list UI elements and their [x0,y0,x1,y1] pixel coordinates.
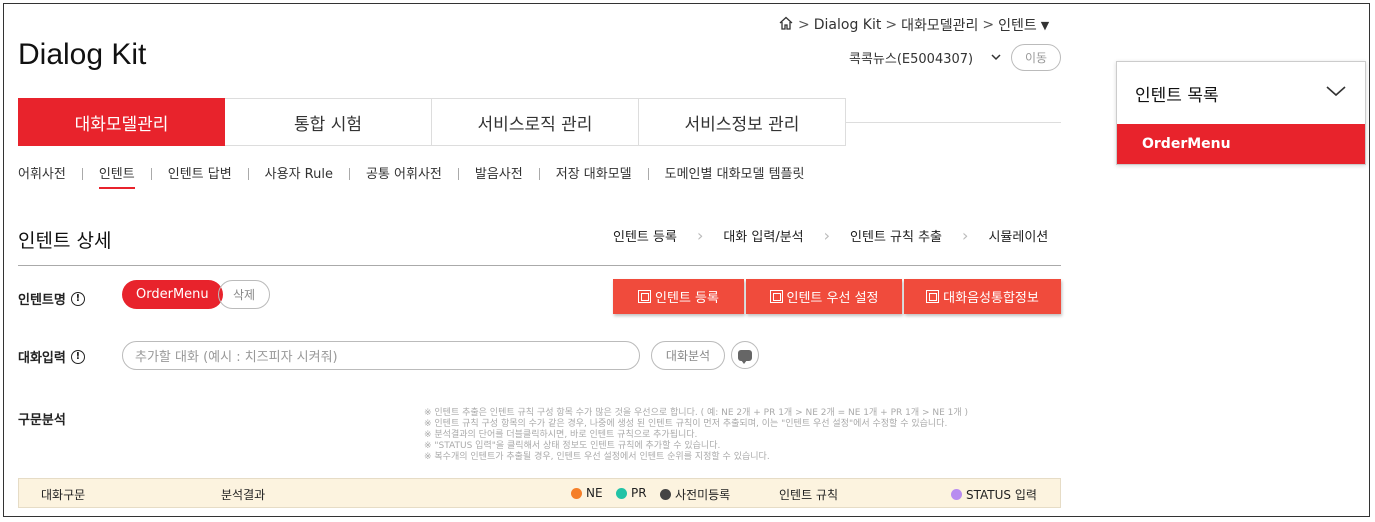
unregistered-dot-icon [660,489,671,500]
site-select[interactable]: 콕콕뉴스(E5004307) [845,45,1005,69]
intent-list-title: 인텐트 목록 [1135,85,1219,106]
syntax-notes: ※ 인텐트 추출은 인텐트 규칙 구성 항목 수가 많은 것을 우선으로 합니다… [424,408,1064,463]
subnav-intent[interactable]: 인텐트 [98,163,135,189]
page-title: 인텐트 상세 [18,230,112,252]
legend-ne-label: NE [586,486,603,500]
note-line: ※ 인텐트 추출은 인텐트 규칙 구성 항목 수가 많은 것을 우선으로 합니다… [424,408,969,418]
intent-list-header[interactable]: 인텐트 목록 [1117,62,1365,124]
syntax-analysis-label-text: 구문분석 [18,413,66,428]
divider [247,168,249,180]
divider [538,168,540,180]
intent-priority-button[interactable]: 인텐트 우선 설정 [746,279,902,314]
tab-dialog-model[interactable]: 대화모델관리 [18,98,225,146]
chevron-down-icon [991,50,1001,65]
breadcrumb-separator: > [885,17,898,33]
column-phrase: 대화구문 [41,488,86,502]
step-simulation: 시뮬레이션 [988,230,1049,245]
divider [150,168,152,180]
intent-list-panel: 인텐트 목록 OrderMenu [1116,61,1366,165]
intent-name-chip[interactable]: OrderMenu [122,280,223,309]
tab-integration-test[interactable]: 통합 시험 [225,98,432,146]
note-line: ※ 분석결과의 단어를 더블클릭하시면, 바로 인텐트 규칙으로 추가됩니다. [424,430,698,440]
column-result: 분석결과 [221,488,266,502]
site-select-value: 콕콕뉴스(E5004307) [849,51,974,67]
divider [348,168,350,180]
divider [81,168,83,180]
table-header: 대화구문 분석결과 NE PR 사전미등록 인텐트 규칙 STATUS 입력 [18,478,1061,508]
register-intent-label: 인텐트 등록 [655,291,719,306]
breadcrumb-separator: > [798,17,810,33]
intent-name-label: 인텐트명 ! [18,289,85,308]
status-input-button[interactable]: STATUS 입력 [951,486,1037,503]
frame-icon [638,290,652,303]
step-analyze: 대화 입력/분석 [723,230,804,245]
legend-pr: PR [616,486,647,500]
ne-dot-icon [571,487,582,499]
chevron-down-icon[interactable] [1325,83,1347,103]
note-line: ※ "STATUS 입력"을 클릭해서 상태 정보도 인텐트 규칙에 추가할 수… [424,441,721,451]
intent-name-label-text: 인텐트명 [18,293,66,308]
legend-ne: NE [571,486,603,500]
subnav-common-vocabulary[interactable]: 공통 어휘사전 [366,163,442,185]
divider [647,168,649,180]
breadcrumb-item-model[interactable]: 대화모델관리 [901,15,978,35]
voice-info-label: 대화음성통합정보 [943,291,1039,306]
status-dot-icon [951,489,962,500]
section-divider [18,265,1061,266]
info-icon[interactable]: ! [70,349,85,364]
breadcrumb-item-intent[interactable]: 인텐트 [998,15,1037,35]
step-indicator: 인텐트 등록 › 대화 입력/분석 › 인텐트 규칙 추출 › 시뮬레이션 [613,226,1048,245]
status-input-label: STATUS 입력 [966,488,1037,502]
sub-nav: 어휘사전 인텐트 인텐트 답변 사용자 Rule 공통 어휘사전 발음사전 저장… [18,163,805,189]
breadcrumb-dropdown-icon[interactable]: ▼ [1041,19,1049,32]
syntax-analysis-label: 구문분석 [18,409,66,428]
subnav-pronunciation[interactable]: 발음사전 [475,163,523,185]
chevron-right-icon: › [962,226,969,245]
subnav-user-rule[interactable]: 사용자 Rule [265,163,333,185]
step-extract: 인텐트 규칙 추출 [850,230,943,245]
tab-service-logic[interactable]: 서비스로직 관리 [432,98,639,146]
analyze-button[interactable]: 대화분석 [651,341,725,370]
voice-info-button[interactable]: 대화음성통합정보 [904,279,1061,314]
breadcrumb-item-dialogkit[interactable]: Dialog Kit [814,17,882,33]
dialog-input-field[interactable]: 추가할 대화 (예시 : 치즈피자 시켜줘) [122,341,640,370]
dialog-input-label-text: 대화입력 [18,351,66,366]
frame-icon [926,290,940,303]
frame-icon [769,290,783,303]
intent-priority-label: 인텐트 우선 설정 [786,291,879,306]
breadcrumb: > Dialog Kit > 대화모델관리 > 인텐트 ▼ [778,15,1049,35]
step-register: 인텐트 등록 [613,230,677,245]
chevron-right-icon: › [823,226,831,245]
info-icon[interactable]: ! [70,291,85,306]
speech-bubble-button[interactable] [731,341,759,369]
delete-button[interactable]: 삭제 [218,280,270,309]
speech-bubble-icon [738,349,752,364]
breadcrumb-separator: > [982,17,995,33]
divider [457,168,459,180]
chevron-right-icon: › [696,226,704,245]
note-line: ※ 인텐트 규칙 구성 항목의 수가 같은 경우, 나중에 생성 된 인텐트 규… [424,419,948,429]
subnav-domain-template[interactable]: 도메인별 대화모델 템플릿 [665,163,805,185]
subnav-vocabulary[interactable]: 어휘사전 [18,163,66,185]
legend-pr-label: PR [631,486,647,500]
home-icon[interactable] [778,15,794,35]
tab-service-info[interactable]: 서비스정보 관리 [639,98,846,146]
intent-list-item[interactable]: OrderMenu [1117,124,1365,164]
tabs-divider [845,122,1061,123]
move-button[interactable]: 이동 [1011,44,1061,71]
dialog-input-label: 대화입력 ! [18,347,85,366]
main-tabs: 대화모델관리 통합 시험 서비스로직 관리 서비스정보 관리 [18,98,846,146]
subnav-saved-model[interactable]: 저장 대화모델 [556,163,632,185]
register-intent-button[interactable]: 인텐트 등록 [613,279,744,314]
subnav-intent-answer[interactable]: 인텐트 답변 [168,163,232,185]
column-intent-rule: 인텐트 규칙 [779,488,839,502]
app-title: Dialog Kit [18,38,147,71]
pr-dot-icon [616,487,627,499]
note-line: ※ 복수개의 인텐트가 추출될 경우, 인텐트 우선 설정에서 인텐트 순위를 … [424,452,770,462]
legend-unregistered: 사전미등록 [660,486,730,503]
legend-unregistered-label: 사전미등록 [675,488,731,502]
